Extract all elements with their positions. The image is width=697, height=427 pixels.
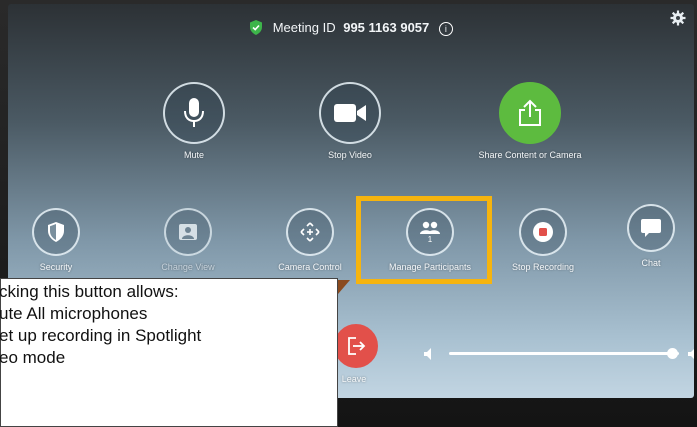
change-view-label: Change View bbox=[161, 262, 215, 272]
leave-button[interactable]: Leave bbox=[334, 324, 378, 384]
meeting-id-value: 995 1163 9057 bbox=[343, 20, 430, 35]
microphone-icon bbox=[184, 98, 204, 127]
volume-slider[interactable] bbox=[423, 344, 694, 364]
callout-line: ute All microphones bbox=[0, 304, 148, 323]
change-view-button[interactable]: Change View bbox=[148, 208, 228, 272]
info-icon[interactable]: i bbox=[438, 22, 453, 36]
callout-line: et up recording in Spotlight bbox=[0, 326, 202, 345]
video-camera-icon bbox=[334, 104, 366, 122]
stop-recording-circle[interactable] bbox=[519, 208, 567, 256]
security-button[interactable]: Security bbox=[26, 208, 86, 272]
callout-line: eo mode bbox=[0, 348, 66, 367]
volume-track[interactable] bbox=[449, 352, 679, 355]
volume-knob[interactable] bbox=[666, 348, 678, 359]
security-label: Security bbox=[39, 262, 73, 272]
callout-pointer bbox=[338, 280, 350, 294]
share-content-button[interactable]: Share Content or Camera bbox=[460, 82, 600, 160]
share-upload-icon bbox=[519, 99, 541, 126]
camera-control-button[interactable]: Camera Control bbox=[265, 208, 355, 272]
share-circle[interactable] bbox=[499, 82, 561, 144]
gallery-view-icon bbox=[179, 224, 197, 240]
volume-high-icon bbox=[688, 349, 694, 359]
highlight-box bbox=[356, 196, 492, 284]
shield-check-icon bbox=[249, 20, 263, 38]
camera-control-arrows-icon bbox=[300, 222, 320, 242]
leave-circle[interactable] bbox=[334, 324, 378, 368]
meeting-id-bar: Meeting ID 995 1163 9057 i bbox=[8, 20, 694, 38]
change-view-circle[interactable] bbox=[164, 208, 212, 256]
security-circle[interactable] bbox=[32, 208, 80, 256]
stop-recording-button[interactable]: Stop Recording bbox=[498, 208, 588, 272]
gear-icon[interactable] bbox=[670, 10, 686, 26]
share-label: Share Content or Camera bbox=[478, 150, 582, 160]
chat-circle[interactable] bbox=[627, 204, 675, 252]
chat-bubble-icon bbox=[641, 219, 661, 237]
stop-video-circle[interactable] bbox=[319, 82, 381, 144]
stop-video-label: Stop Video bbox=[328, 150, 372, 160]
callout-box: cking this button allows: ute All microp… bbox=[0, 278, 338, 427]
stop-video-button[interactable]: Stop Video bbox=[295, 82, 405, 160]
stop-recording-label: Stop Recording bbox=[511, 262, 575, 272]
security-shield-icon bbox=[48, 222, 64, 242]
meeting-id-label: Meeting ID bbox=[272, 20, 336, 35]
mute-circle[interactable] bbox=[163, 82, 225, 144]
chat-label: Chat bbox=[641, 258, 661, 268]
record-stop-icon bbox=[533, 222, 553, 242]
mute-label: Mute bbox=[183, 150, 204, 160]
volume-low-icon bbox=[424, 348, 431, 360]
leave-exit-icon bbox=[348, 337, 366, 355]
mute-button[interactable]: Mute bbox=[139, 82, 249, 160]
camera-control-circle[interactable] bbox=[286, 208, 334, 256]
chat-button[interactable]: Chat bbox=[620, 204, 682, 268]
callout-line: cking this button allows: bbox=[0, 282, 179, 301]
leave-label: Leave bbox=[341, 374, 367, 384]
camera-control-label: Camera Control bbox=[278, 262, 342, 272]
